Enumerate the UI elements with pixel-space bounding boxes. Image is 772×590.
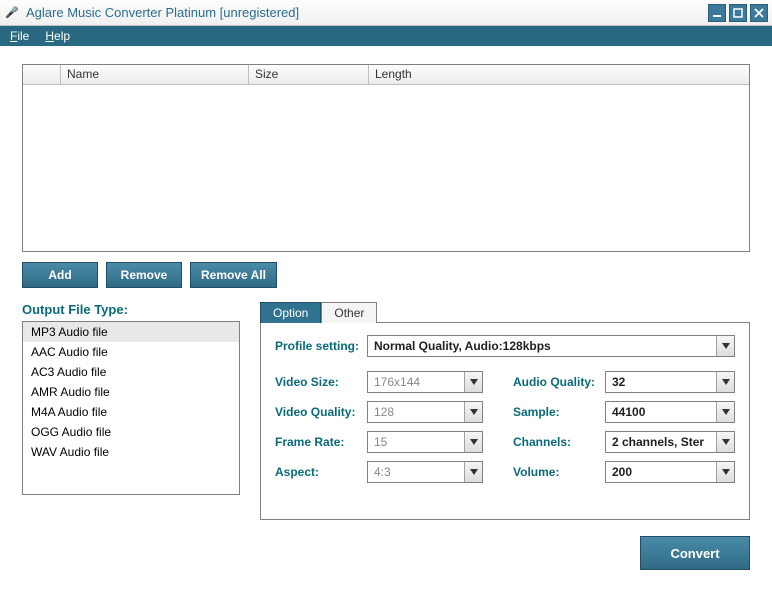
output-type-list[interactable]: MP3 Audio file AAC Audio file AC3 Audio … [22,321,240,495]
profile-row: Profile setting: Normal Quality, Audio:1… [275,335,735,357]
add-button[interactable]: Add [22,262,98,288]
menubar: File Help [0,26,772,46]
aspect-select[interactable]: 4:3 [367,461,483,483]
table-col-length[interactable]: Length [369,65,749,84]
file-table: Name Size Length [22,64,750,252]
profile-select[interactable]: Normal Quality, Audio:128kbps [367,335,735,357]
frame-rate-value: 15 [368,435,464,449]
chevron-down-icon[interactable] [716,462,734,482]
sample-select[interactable]: 44100 [605,401,735,423]
output-type-label: Output File Type: [22,302,240,317]
chevron-down-icon[interactable] [716,372,734,392]
content-area: Name Size Length Add Remove Remove All O… [0,46,772,580]
volume-value: 200 [606,465,716,479]
chevron-down-icon[interactable] [716,432,734,452]
titlebar: 🎤 Aglare Music Converter Platinum [unreg… [0,0,772,26]
remove-button[interactable]: Remove [106,262,182,288]
close-button[interactable] [750,4,768,22]
chevron-down-icon[interactable] [716,402,734,422]
tabs: Option Other [260,302,750,323]
table-header: Name Size Length [23,65,749,85]
table-col-index[interactable] [23,65,61,84]
video-quality-value: 128 [368,405,464,419]
convert-row: Convert [22,536,750,570]
window-buttons [708,4,768,22]
list-item[interactable]: AC3 Audio file [23,362,239,382]
settings-grid: Video Size: 176x144 Video Quality: 128 [275,371,735,491]
frame-rate-select[interactable]: 15 [367,431,483,453]
sample-label: Sample: [513,405,605,419]
channels-label: Channels: [513,435,605,449]
video-quality-label: Video Quality: [275,405,367,419]
list-item[interactable]: M4A Audio file [23,402,239,422]
lower-panel: Output File Type: MP3 Audio file AAC Aud… [22,302,750,520]
chevron-down-icon[interactable] [464,462,482,482]
output-type-section: Output File Type: MP3 Audio file AAC Aud… [22,302,240,520]
chevron-down-icon[interactable] [464,402,482,422]
video-quality-select[interactable]: 128 [367,401,483,423]
audio-quality-select[interactable]: 32 [605,371,735,393]
profile-value: Normal Quality, Audio:128kbps [368,339,716,353]
chevron-down-icon[interactable] [464,432,482,452]
frame-rate-label: Frame Rate: [275,435,367,449]
app-icon: 🎤 [4,5,20,21]
chevron-down-icon[interactable] [464,372,482,392]
table-col-name[interactable]: Name [61,65,249,84]
list-item[interactable]: OGG Audio file [23,422,239,442]
list-item[interactable]: AMR Audio file [23,382,239,402]
table-col-size[interactable]: Size [249,65,369,84]
aspect-label: Aspect: [275,465,367,479]
menu-help[interactable]: Help [37,27,78,45]
audio-quality-label: Audio Quality: [513,375,605,389]
video-size-select[interactable]: 176x144 [367,371,483,393]
video-size-label: Video Size: [275,375,367,389]
volume-select[interactable]: 200 [605,461,735,483]
chevron-down-icon[interactable] [716,336,734,356]
channels-select[interactable]: 2 channels, Ster [605,431,735,453]
settings-section: Option Other Profile setting: Normal Qua… [260,302,750,520]
tab-other[interactable]: Other [321,302,377,323]
audio-quality-value: 32 [606,375,716,389]
list-item[interactable]: WAV Audio file [23,442,239,462]
toolbar: Add Remove Remove All [22,262,750,288]
convert-button[interactable]: Convert [640,536,750,570]
menu-file[interactable]: File [2,27,37,45]
remove-all-button[interactable]: Remove All [190,262,277,288]
tab-option[interactable]: Option [260,302,321,323]
list-item[interactable]: AAC Audio file [23,342,239,362]
settings-left-col: Video Size: 176x144 Video Quality: 128 [275,371,483,491]
option-panel: Profile setting: Normal Quality, Audio:1… [260,322,750,520]
minimize-button[interactable] [708,4,726,22]
video-size-value: 176x144 [368,375,464,389]
settings-right-col: Audio Quality: 32 Sample: 44100 [513,371,735,491]
profile-label: Profile setting: [275,339,367,353]
channels-value: 2 channels, Ster [606,435,716,449]
sample-value: 44100 [606,405,716,419]
aspect-value: 4:3 [368,465,464,479]
maximize-button[interactable] [729,4,747,22]
window-title: Aglare Music Converter Platinum [unregis… [26,5,708,20]
volume-label: Volume: [513,465,605,479]
list-item[interactable]: MP3 Audio file [23,322,239,342]
